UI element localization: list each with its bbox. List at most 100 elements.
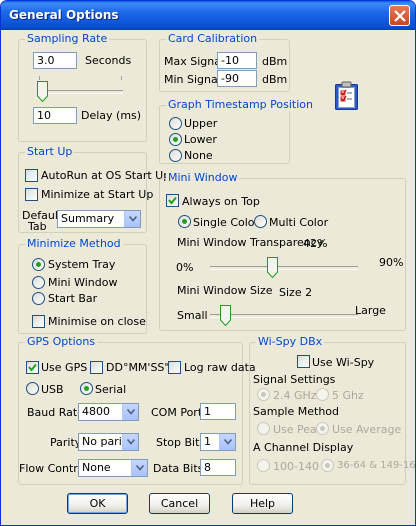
general-options-dialog: General Options Sampling Rate 3.0 Second… (0, 0, 416, 526)
serial-label: Serial (95, 383, 127, 396)
always-on-top-checkbox[interactable] (166, 194, 179, 207)
single-color-label: Single Color (193, 216, 260, 229)
timestamp-upper-label: Upper (184, 117, 218, 130)
size-small-label: Small (177, 309, 208, 322)
stop-bits-value: 1 (204, 435, 211, 448)
minimise-on-close-checkbox[interactable] (32, 315, 45, 328)
always-on-top-label: Always on Top (182, 195, 260, 208)
mini-window-label: Mini Window (48, 276, 118, 289)
clipboard-checklist-icon (335, 81, 358, 110)
window-size-slider-track[interactable] (210, 314, 358, 318)
parity-dropdown-button[interactable] (122, 434, 138, 450)
com-port-label: COM Port (151, 406, 203, 419)
use-average-radio[interactable] (316, 422, 329, 435)
sampling-slider-thumb[interactable] (37, 81, 48, 102)
flow-control-dropdown-button[interactable] (131, 460, 147, 476)
transparency-min-label: 0% (176, 261, 194, 274)
window-size-value: Size 2 (279, 286, 313, 299)
timestamp-lower-radio[interactable] (169, 133, 182, 146)
timestamp-none-radio[interactable] (169, 149, 182, 162)
default-tab-dropdown-button[interactable] (124, 211, 140, 227)
use-peak-radio[interactable] (257, 422, 270, 435)
transparency-value: 42% (303, 237, 328, 250)
single-color-radio[interactable] (178, 215, 191, 228)
minimize-startup-checkbox[interactable] (25, 188, 38, 201)
transparency-max-label: 90% (379, 256, 404, 269)
delay-input[interactable]: 10 (33, 107, 77, 124)
help-button[interactable]: Help (232, 493, 293, 514)
minimize-startup-label: Minimize at Start Up (41, 188, 154, 201)
close-icon (394, 10, 406, 22)
data-bits-label: Data Bits (153, 462, 204, 475)
autorun-label: AutoRun at OS Start Up (41, 169, 171, 182)
autorun-checkbox[interactable] (25, 169, 38, 182)
use-wispy-label: Use Wi-Spy (312, 356, 375, 369)
parity-select[interactable]: No parity (78, 433, 139, 451)
default-tab-value: Summary (61, 212, 115, 225)
baud-rate-value: 4800 (82, 405, 110, 418)
stop-bits-dropdown-button[interactable] (219, 434, 235, 450)
use-wispy-checkbox[interactable] (297, 355, 310, 368)
chevron-down-icon (127, 409, 135, 415)
checkmark-icon (28, 363, 37, 372)
log-raw-data-label: Log raw data (184, 361, 256, 374)
sampling-slider-track[interactable] (37, 90, 123, 94)
default-tab-select[interactable]: Summary (57, 210, 141, 228)
window-size-label: Mini Window Size (177, 284, 273, 297)
title-bar[interactable]: General Options (1, 1, 415, 30)
multi-color-label: Multi Color (269, 216, 329, 229)
stop-bits-select[interactable]: 1 (200, 433, 236, 451)
flow-control-select[interactable]: None (78, 459, 148, 477)
log-raw-data-checkbox[interactable] (168, 361, 181, 374)
use-gps-checkbox[interactable] (26, 361, 39, 374)
max-signal-input[interactable]: -10 (217, 52, 257, 69)
multi-color-radio[interactable] (254, 215, 267, 228)
channel-display-label: A Channel Display (253, 441, 354, 454)
channel-100-140-label: 100-140 (273, 460, 319, 473)
cancel-button[interactable]: Cancel (149, 493, 210, 514)
card-calibration-title: Card Calibration (166, 32, 260, 45)
window-size-slider-thumb[interactable] (219, 305, 231, 326)
com-port-input[interactable]: 1 (200, 403, 236, 420)
timestamp-lower-label: Lower (184, 133, 217, 146)
stop-bits-label: Stop Bits (156, 436, 206, 449)
mini-window-group: Mini Window Always on Top Single Color M… (159, 171, 406, 331)
transparency-slider-track[interactable] (210, 266, 358, 270)
baud-rate-select[interactable]: 4800 (78, 403, 139, 421)
seconds-input[interactable]: 3.0 (33, 52, 77, 69)
delay-label: Delay (ms) (81, 109, 142, 122)
start-bar-radio[interactable] (32, 292, 45, 305)
minimize-method-group: Minimize Method System Tray Mini Window … (18, 237, 147, 334)
channel-100-140-radio[interactable] (257, 459, 270, 472)
dd-format-label: DD°MM'SS" (106, 361, 170, 374)
mini-window-radio[interactable] (32, 276, 45, 289)
system-tray-radio[interactable] (32, 258, 45, 271)
baud-rate-dropdown-button[interactable] (122, 404, 138, 420)
dd-format-checkbox[interactable] (90, 361, 103, 374)
ghz5-label: 5 Ghz (332, 389, 364, 402)
max-signal-unit: dBm (262, 55, 288, 68)
baud-rate-label: Baud Rate (27, 406, 84, 419)
max-signal-label: Max Signal (164, 55, 225, 68)
timestamp-title: Graph Timestamp Position (166, 98, 315, 111)
data-bits-input[interactable]: 8 (200, 459, 236, 476)
ok-button[interactable]: OK (67, 493, 128, 514)
ghz24-radio[interactable] (257, 388, 270, 401)
ghz5-radio[interactable] (316, 388, 329, 401)
min-signal-input[interactable]: -90 (217, 70, 257, 87)
sampling-rate-group: Sampling Rate 3.0 Seconds 10 Delay (ms) (18, 32, 147, 142)
flow-control-value: None (82, 461, 111, 474)
chevron-down-icon (127, 439, 135, 445)
usb-radio[interactable] (26, 382, 39, 395)
serial-radio[interactable] (80, 382, 93, 395)
sampling-rate-title: Sampling Rate (25, 32, 110, 45)
timestamp-upper-radio[interactable] (169, 117, 182, 130)
default-tab-label-2: Tab (28, 220, 47, 233)
transparency-slider-thumb[interactable] (267, 257, 279, 278)
close-button[interactable] (389, 5, 410, 26)
size-large-label: Large (355, 304, 386, 317)
start-bar-label: Start Bar (48, 292, 98, 305)
min-signal-label: Min Signal (164, 73, 221, 86)
channel-36-64-radio[interactable] (321, 459, 334, 472)
parity-label: Parity (50, 436, 82, 449)
